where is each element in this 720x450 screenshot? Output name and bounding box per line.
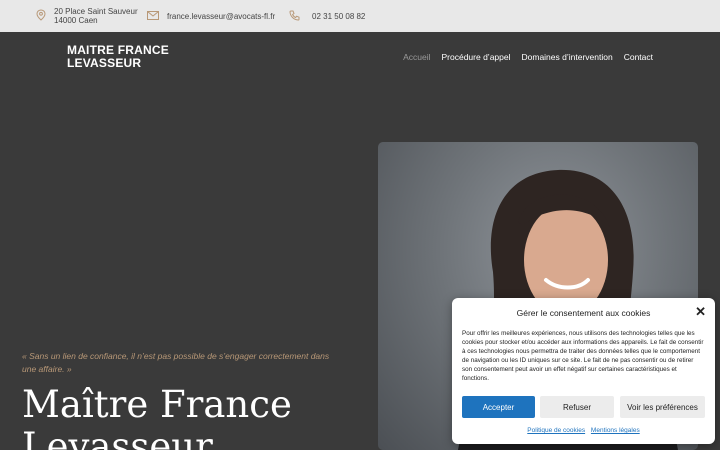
refuse-cookies-button[interactable]: Refuser [540, 396, 614, 418]
cookie-dialog-body: Pour offrir les meilleures expériences, … [462, 330, 704, 383]
site-logo[interactable]: MAITRE FRANCE LEVASSEUR [67, 44, 169, 70]
cookie-consent-dialog: Gérer le consentement aux cookies ✕ Pour… [452, 298, 715, 444]
mail-icon [147, 10, 159, 22]
main-nav: Accueil Procédure d’appel Domaines d’int… [403, 52, 653, 62]
nav-item-accueil[interactable]: Accueil [403, 52, 430, 62]
address-line-1: 20 Place Saint Sauveur [54, 7, 138, 16]
map-pin-icon [36, 9, 46, 23]
phone-link[interactable]: 02 31 50 08 82 [312, 12, 365, 21]
top-info-bar: 20 Place Saint Sauveur 14000 Caen france… [0, 0, 720, 32]
nav-item-procedure-appel[interactable]: Procédure d’appel [442, 52, 511, 62]
nav-item-domaines[interactable]: Domaines d’intervention [522, 52, 613, 62]
cookie-policy-link[interactable]: Politique de cookies [527, 427, 585, 434]
address-block: 20 Place Saint Sauveur 14000 Caen [36, 0, 138, 32]
email-block[interactable]: france.levasseur@avocats-fl.fr [147, 0, 275, 32]
email-link[interactable]: france.levasseur@avocats-fl.fr [167, 12, 275, 21]
hero-title: Maître France Levasseur [22, 384, 292, 450]
accept-cookies-button[interactable]: Accepter [462, 396, 535, 418]
site-header: MAITRE FRANCE LEVASSEUR Accueil Procédur… [0, 32, 720, 82]
hero-quote: « Sans un lien de confiance, il n’est pa… [22, 351, 330, 374]
hero-title-line-2: Levasseur [22, 425, 213, 450]
legal-notice-link[interactable]: Mentions légales [591, 427, 640, 434]
hero-title-line-1: Maître France [22, 383, 292, 426]
phone-icon [289, 10, 300, 23]
view-preferences-button[interactable]: Voir les préférences [620, 396, 705, 418]
address-line-2: 14000 Caen [54, 16, 98, 25]
close-icon[interactable]: ✕ [695, 304, 706, 320]
cookie-dialog-title: Gérer le consentement aux cookies [516, 308, 651, 318]
logo-line-2: LEVASSEUR [67, 56, 142, 70]
nav-item-contact[interactable]: Contact [624, 52, 653, 62]
phone-block[interactable]: 02 31 50 08 82 [289, 0, 365, 32]
cookie-links: Politique de cookies Mentions légales [452, 427, 715, 434]
